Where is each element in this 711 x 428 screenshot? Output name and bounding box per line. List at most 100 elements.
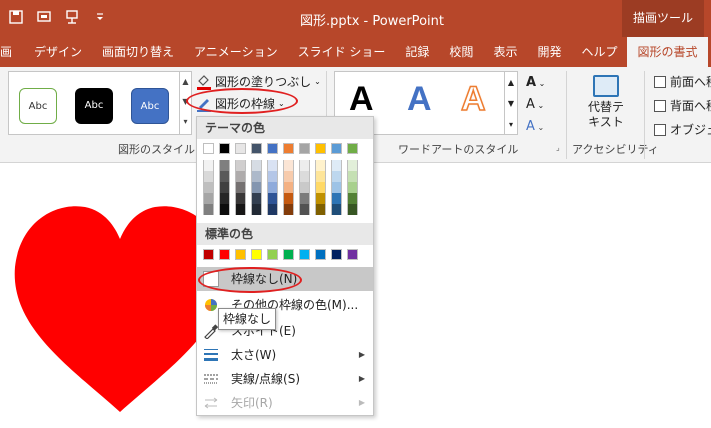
text-outline-button[interactable]: A ⌄ [526,97,544,112]
theme-shade-swatch[interactable] [219,193,230,204]
theme-color-swatch[interactable] [219,143,230,154]
theme-shade-swatch[interactable] [331,204,342,215]
tab-view[interactable]: 表示 [483,37,527,67]
chevron-up-icon[interactable]: ▲ [180,72,191,92]
theme-shade-swatch[interactable] [219,160,230,171]
shape-style-sample-3[interactable]: Abc [131,88,169,124]
standard-color-swatch[interactable] [283,249,294,260]
theme-shade-swatch[interactable] [299,204,310,215]
theme-color-swatch[interactable] [203,143,214,154]
wordart-scrollbar[interactable]: ▲ ▼ ▾ [504,71,518,135]
text-effects-button[interactable]: A ⌄ [526,119,544,134]
theme-shade-swatch[interactable] [315,193,326,204]
theme-shade-swatch[interactable] [251,182,262,193]
theme-shade-swatch[interactable] [203,193,214,204]
theme-color-swatch[interactable] [315,143,326,154]
theme-shade-swatch[interactable] [235,193,246,204]
theme-shade-swatch[interactable] [235,182,246,193]
standard-color-swatch[interactable] [251,249,262,260]
selection-pane-button[interactable]: オブジェ [654,121,711,138]
theme-color-swatch[interactable] [299,143,310,154]
slideshow-icon[interactable] [36,10,52,26]
theme-shade-swatch[interactable] [251,193,262,204]
theme-shade-swatch[interactable] [267,171,278,182]
standard-color-swatch[interactable] [235,249,246,260]
tab-help[interactable]: ヘルプ [571,37,627,67]
theme-shade-swatch[interactable] [203,204,214,215]
shape-style-sample-2[interactable]: Abc [75,88,113,124]
chevron-up-icon[interactable]: ▲ [505,72,517,93]
theme-shade-swatch[interactable] [267,204,278,215]
theme-shade-swatch[interactable] [219,171,230,182]
standard-color-swatch[interactable] [267,249,278,260]
theme-color-swatch[interactable] [267,143,278,154]
theme-shade-swatch[interactable] [331,160,342,171]
standard-color-swatch[interactable] [299,249,310,260]
standard-color-swatch[interactable] [315,249,326,260]
theme-shade-swatch[interactable] [283,171,294,182]
dashes-menu-item[interactable]: 実線/点線(S) ▶ [197,367,373,391]
theme-shade-swatch[interactable] [267,160,278,171]
send-backward-button[interactable]: 背面へ移 [654,97,711,114]
customize-icon[interactable] [92,10,108,26]
tab-home[interactable]: 画 [0,37,24,67]
alt-text-button[interactable]: 代替テ キスト [584,75,628,130]
theme-color-swatch[interactable] [347,143,358,154]
theme-shade-swatch[interactable] [347,171,358,182]
chevron-down-icon[interactable]: ▼ [505,93,517,114]
theme-shade-swatch[interactable] [267,182,278,193]
theme-shade-swatch[interactable] [347,160,358,171]
theme-shade-swatch[interactable] [299,193,310,204]
wordart-sample-1[interactable]: A [349,80,374,119]
theme-color-swatch[interactable] [331,143,342,154]
tab-shape-format[interactable]: 図形の書式 [627,37,708,67]
theme-shade-swatch[interactable] [315,171,326,182]
weight-menu-item[interactable]: 太さ(W) ▶ [197,343,373,367]
tab-design[interactable]: デザイン [24,37,92,67]
theme-shade-swatch[interactable] [235,171,246,182]
tab-animations[interactable]: アニメーション [184,37,288,67]
standard-color-swatch[interactable] [331,249,342,260]
more-icon[interactable]: ▾ [180,112,191,132]
tab-record[interactable]: 記録 [395,37,439,67]
theme-shade-swatch[interactable] [299,171,310,182]
wordart-sample-2[interactable]: A [407,80,432,119]
save-icon[interactable] [8,10,24,26]
tab-developer[interactable]: 開発 [527,37,571,67]
theme-color-swatch[interactable] [283,143,294,154]
theme-shade-swatch[interactable] [219,204,230,215]
theme-shade-swatch[interactable] [299,160,310,171]
more-icon[interactable]: ▾ [505,114,517,135]
theme-shade-swatch[interactable] [251,160,262,171]
theme-shade-swatch[interactable] [203,160,214,171]
tab-slideshow[interactable]: スライド ショー [288,37,396,67]
theme-shade-swatch[interactable] [235,204,246,215]
tab-transitions[interactable]: 画面切り替え [92,37,184,67]
theme-shade-swatch[interactable] [331,193,342,204]
theme-shade-swatch[interactable] [331,171,342,182]
theme-shade-swatch[interactable] [203,171,214,182]
standard-color-swatch[interactable] [203,249,214,260]
theme-shade-swatch[interactable] [267,193,278,204]
theme-shade-swatch[interactable] [347,204,358,215]
theme-shade-swatch[interactable] [251,204,262,215]
theme-shade-swatch[interactable] [283,204,294,215]
standard-color-swatch[interactable] [347,249,358,260]
theme-shade-swatch[interactable] [315,160,326,171]
theme-shade-swatch[interactable] [203,182,214,193]
theme-shade-swatch[interactable] [283,182,294,193]
theme-shade-swatch[interactable] [283,193,294,204]
theme-shade-swatch[interactable] [315,182,326,193]
theme-shade-swatch[interactable] [219,182,230,193]
theme-shade-swatch[interactable] [315,204,326,215]
standard-color-swatch[interactable] [219,249,230,260]
pin-icon[interactable] [64,10,80,26]
dialog-launcher-icon[interactable]: ⌟ [556,143,560,152]
theme-color-swatch[interactable] [251,143,262,154]
bring-forward-button[interactable]: 前面へ移 [654,73,711,90]
theme-shade-swatch[interactable] [235,160,246,171]
text-fill-button[interactable]: A ⌄ [526,75,545,90]
theme-shade-swatch[interactable] [331,182,342,193]
theme-shade-swatch[interactable] [251,171,262,182]
wordart-sample-3[interactable]: A [460,79,486,119]
